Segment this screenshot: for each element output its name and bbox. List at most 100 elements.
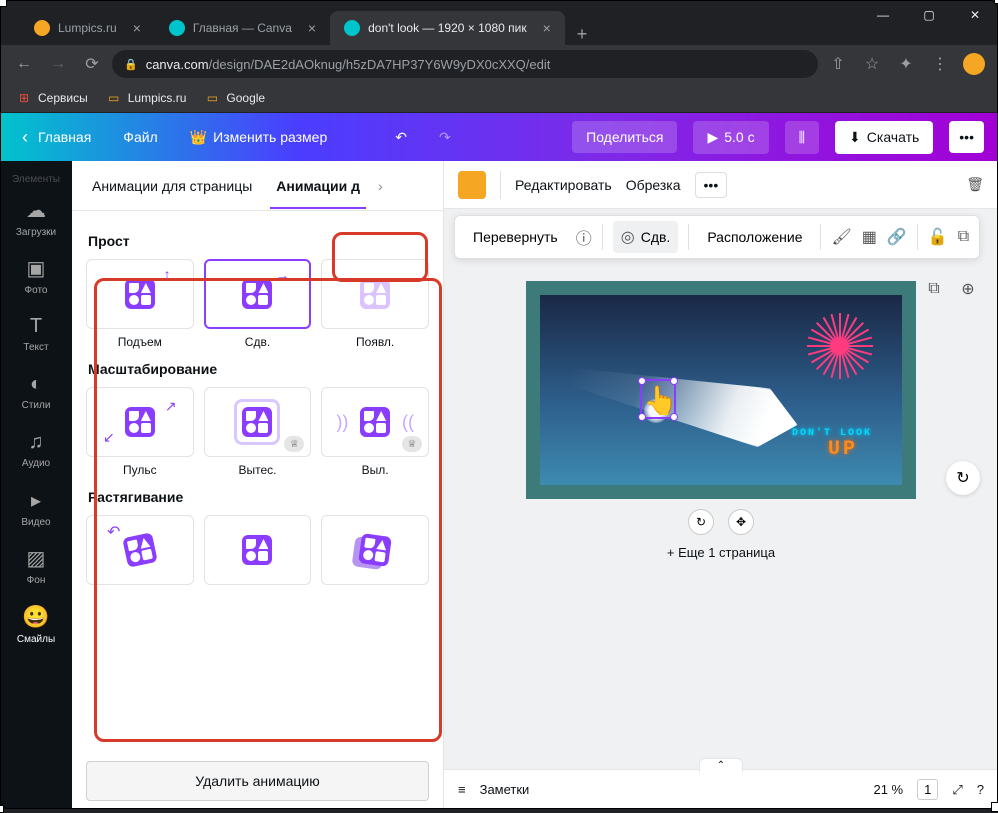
copy-icon[interactable]: ⧉: [958, 228, 969, 246]
chevron-up-icon[interactable]: ⌃: [699, 758, 743, 772]
play-icon: ▶: [707, 129, 718, 146]
analytics-button[interactable]: ⫼: [785, 121, 819, 154]
chevron-right-icon[interactable]: ›: [378, 178, 383, 194]
crown-icon: 👑: [190, 129, 207, 146]
anim-pulse[interactable]: ↗↙ Пульс: [86, 387, 194, 477]
sidebar-item-elements[interactable]: Элементы: [0, 169, 72, 189]
bookmark-lumpics[interactable]: ▭Lumpics.ru: [106, 90, 187, 106]
new-tab-button[interactable]: +: [565, 24, 600, 45]
menu-icon[interactable]: ⋮: [926, 50, 954, 78]
zoom-level[interactable]: 21 %: [873, 782, 903, 797]
sidebar-item-styles[interactable]: ◐Стили: [0, 363, 72, 421]
move-button[interactable]: ✥: [728, 509, 754, 535]
close-icon[interactable]: ×: [308, 20, 316, 36]
window-close[interactable]: ✕: [952, 0, 998, 30]
avatar-icon[interactable]: [960, 50, 988, 78]
flip-button[interactable]: Перевернуть: [465, 223, 566, 251]
arrange-button[interactable]: Расположение: [699, 223, 810, 251]
browser-tab-1[interactable]: Lumpics.ru ×: [20, 11, 155, 45]
help-icon[interactable]: ?: [977, 782, 984, 797]
premium-badge: ♕: [402, 436, 422, 452]
bookmark-icon[interactable]: ☆: [858, 50, 886, 78]
add-page-button[interactable]: ⊕: [956, 277, 980, 301]
more-button[interactable]: •••: [949, 121, 984, 153]
url-field[interactable]: 🔒 canva.com/design/DAE2dAOknug/h5zDA7HP3…: [112, 50, 818, 78]
sidebar-item-uploads[interactable]: ☁Загрузки: [0, 189, 72, 247]
nav-back-button[interactable]: ←: [10, 50, 38, 78]
sidebar-item-audio[interactable]: ♫Аудио: [0, 421, 72, 479]
ctx-more-button[interactable]: •••: [695, 172, 728, 198]
pages-button[interactable]: 1: [917, 779, 938, 800]
anim-rise[interactable]: ↑ Подъем: [86, 259, 194, 349]
duplicate-page-button[interactable]: ⧉: [922, 277, 946, 301]
fullscreen-icon[interactable]: ⤢: [952, 782, 962, 798]
shift-animation-button[interactable]: ◎Сдв.: [613, 221, 679, 253]
design-canvas[interactable]: DON'T LOOK UP: [526, 281, 916, 499]
address-bar: ← → ⟳ 🔒 canva.com/design/DAE2dAOknug/h5z…: [0, 45, 998, 83]
anim-stretch-3[interactable]: [321, 515, 429, 585]
favicon: [169, 20, 185, 36]
section-simple-title: Прост: [88, 233, 427, 249]
regenerate-button[interactable]: ↻: [946, 461, 980, 495]
anim-shift[interactable]: → Сдв.: [204, 259, 312, 349]
notes-icon: ≡: [458, 782, 466, 797]
trash-icon[interactable]: 🗑: [966, 176, 984, 193]
app-toolbar: Главная Файл 👑Изменить размер ↶ ↷ Подели…: [0, 113, 998, 161]
rotate-button[interactable]: ↻: [688, 509, 714, 535]
paint-icon[interactable]: 🖌: [831, 227, 851, 247]
home-button[interactable]: Главная: [14, 121, 99, 154]
tab-title: Lumpics.ru: [58, 21, 117, 35]
share-icon[interactable]: ⇧: [824, 50, 852, 78]
browser-tab-2[interactable]: Главная — Canva ×: [155, 11, 330, 45]
tab-page-animations[interactable]: Анимации для страницы: [86, 164, 258, 208]
premium-badge: ♕: [284, 436, 304, 452]
crop-button[interactable]: Обрезка: [626, 177, 681, 193]
tab-title: Главная — Canva: [193, 21, 292, 35]
notes-button[interactable]: Заметки: [480, 782, 530, 797]
window-maximize[interactable]: ▢: [906, 0, 952, 30]
anim-fade[interactable]: Появл.: [321, 259, 429, 349]
transparency-icon[interactable]: ▦: [862, 227, 877, 247]
share-button[interactable]: Поделиться: [572, 121, 677, 153]
undo-button[interactable]: ↶: [387, 123, 415, 152]
sidebar-item-emoji[interactable]: 😀Смайлы: [0, 595, 72, 653]
info-icon[interactable]: ⓘ: [576, 225, 592, 249]
redo-button[interactable]: ↷: [431, 123, 459, 152]
edit-button[interactable]: Редактировать: [515, 177, 612, 193]
bottom-bar: ⌃ ≡ Заметки 21 % 1 ⤢ ?: [444, 769, 998, 809]
close-icon[interactable]: ×: [543, 20, 551, 36]
sidebar-item-video[interactable]: ▸Видео: [0, 479, 72, 537]
bookmark-apps[interactable]: ⊞Сервисы: [16, 90, 88, 106]
extensions-icon[interactable]: ✦: [892, 50, 920, 78]
lock-icon[interactable]: 🔓: [928, 227, 948, 247]
sidebar-item-text[interactable]: TТекст: [0, 305, 72, 363]
color-swatch[interactable]: [458, 171, 486, 199]
play-button[interactable]: ▶5.0 с: [693, 121, 768, 154]
selected-element[interactable]: 👆: [643, 384, 678, 417]
animation-icon: ◎: [621, 227, 635, 247]
tab-title: don't look — 1920 × 1080 пик: [368, 21, 527, 35]
tab-element-animations[interactable]: Анимации д: [270, 164, 366, 208]
nav-reload-button[interactable]: ⟳: [78, 50, 106, 78]
close-icon[interactable]: ×: [133, 20, 141, 36]
file-menu[interactable]: Файл: [115, 123, 165, 151]
download-button[interactable]: ⬇Скачать: [835, 121, 933, 154]
anim-stretch-1[interactable]: ↶: [86, 515, 194, 585]
anim-displace[interactable]: ♕ Вытес.: [204, 387, 312, 477]
anim-popout[interactable]: ))((♕ Выл.: [321, 387, 429, 477]
sidebar-item-background[interactable]: ▨Фон: [0, 537, 72, 595]
bookmark-google[interactable]: ▭Google: [204, 90, 265, 106]
delete-animation-button[interactable]: Удалить анимацию: [86, 761, 429, 801]
window-minimize[interactable]: —: [860, 0, 906, 30]
link-icon[interactable]: 🔗: [887, 227, 907, 247]
canvas-area: Редактировать Обрезка ••• 🗑 Перевернуть …: [444, 161, 998, 809]
add-page-link[interactable]: + Еще 1 страница: [667, 545, 775, 560]
cloud-icon: ☁: [26, 198, 46, 223]
anim-stretch-2[interactable]: [204, 515, 312, 585]
download-icon: ⬇: [849, 129, 861, 146]
resize-button[interactable]: 👑Изменить размер: [182, 123, 336, 152]
browser-tab-3[interactable]: don't look — 1920 × 1080 пик ×: [330, 11, 565, 45]
palette-icon: ◐: [30, 373, 42, 396]
sidebar-item-photo[interactable]: ▣Фото: [0, 247, 72, 305]
chart-icon: ⫼: [799, 129, 805, 146]
